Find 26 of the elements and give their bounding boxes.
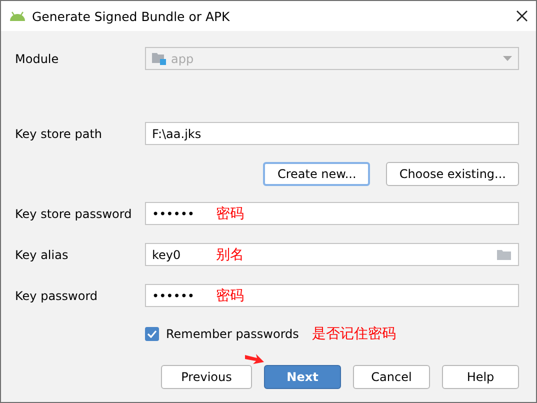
annotation-text: 密码 [216, 287, 244, 305]
input-field[interactable]: F:\aa.jks [145, 122, 519, 145]
close-icon[interactable] [516, 10, 528, 22]
dialog-button[interactable]: Help [442, 365, 519, 389]
password-field[interactable]: •••••• 密码 [145, 202, 519, 225]
password-field[interactable]: •••••• 密码 [145, 284, 519, 307]
input-field[interactable]: key0 别名 [145, 243, 519, 266]
field-label: Key store password [15, 206, 133, 220]
field-label: Key store path [15, 126, 104, 140]
module-folder-icon [152, 52, 166, 65]
annotation-text: 是否记住密码 [312, 325, 396, 343]
annotation-text: 密码 [216, 205, 244, 223]
dialog-button[interactable]: Cancel [353, 365, 430, 389]
dialog-button[interactable]: Next [264, 365, 341, 389]
create-new-button[interactable]: Create new... [263, 162, 370, 186]
android-icon [9, 11, 26, 21]
annotation-text: 别名 [216, 246, 244, 264]
choose-existing-button[interactable]: Choose existing... [386, 162, 519, 186]
dropdown-caret-icon [503, 56, 512, 61]
checkbox-label[interactable]: Remember passwords [166, 327, 299, 341]
field-label: Module [15, 52, 60, 66]
field-label: Key password [15, 288, 99, 302]
window-title: Generate Signed Bundle or APK [32, 8, 231, 24]
checkbox[interactable] [145, 327, 159, 341]
field-label: Key alias [15, 248, 70, 262]
dialog-button[interactable]: Previous [161, 365, 252, 389]
